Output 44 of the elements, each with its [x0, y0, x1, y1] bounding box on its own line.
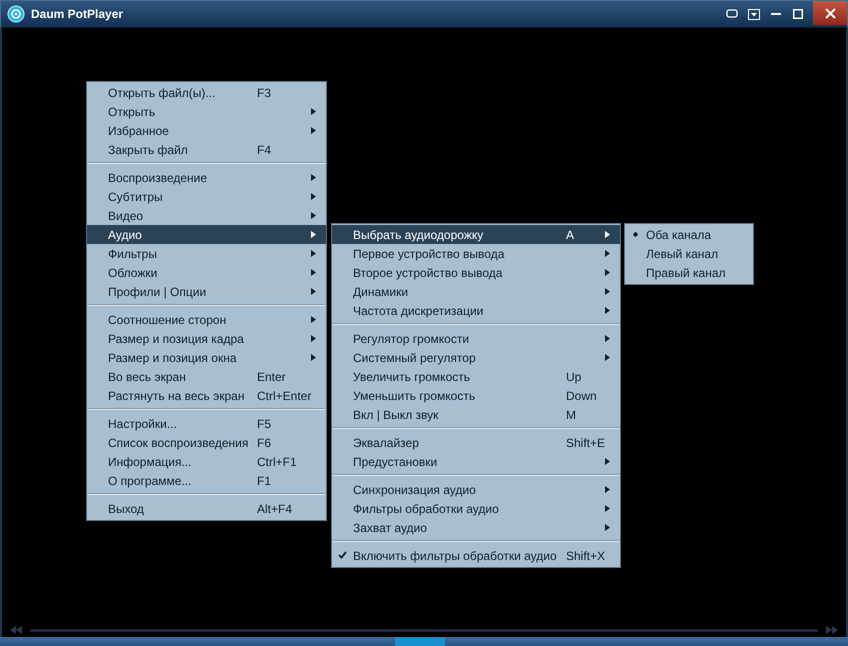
menu-item[interactable]: Фильтры обработки аудио [332, 499, 620, 518]
menu-item[interactable]: Избранное [87, 121, 326, 140]
menu-item[interactable]: Оба канала [625, 225, 753, 244]
menu-item[interactable]: Растянуть на весь экран Ctrl+Enter [87, 386, 326, 405]
menu-item[interactable]: Открыть [87, 102, 326, 121]
menu-item[interactable]: Уменьшить громкость Down [332, 386, 620, 405]
menu-item[interactable]: Первое устройство вывода [332, 244, 620, 263]
menu-item[interactable]: Открыть файл(ы)... F3 [87, 83, 326, 102]
menu-item[interactable]: Закрыть файл F4 [87, 140, 326, 159]
menu-item[interactable]: О программе... F1 [87, 471, 326, 490]
menu-item[interactable]: Размер и позиция кадра [87, 329, 326, 348]
menu-item[interactable]: Воспроизведение [87, 168, 326, 187]
close-button[interactable] [813, 1, 847, 25]
menu-item[interactable]: Аудио [87, 225, 326, 244]
menu-item[interactable]: Левый канал [625, 244, 753, 263]
menu-item[interactable]: Включить фильтры обработки аудио Shift+X [332, 546, 620, 565]
window-title: Daum PotPlayer [31, 7, 124, 21]
menu-item[interactable]: Субтитры [87, 187, 326, 206]
menu-item[interactable]: Фильтры [87, 244, 326, 263]
menu-item[interactable]: Увеличить громкость Up [332, 367, 620, 386]
menu-item[interactable]: Частота дискретизации [332, 301, 620, 320]
menu-item[interactable]: Во весь экран Enter [87, 367, 326, 386]
menu-item[interactable]: Выбрать аудиодорожку A [332, 225, 620, 244]
menu-item[interactable]: Регулятор громкости [332, 329, 620, 348]
menu-item[interactable]: Второе устройство вывода [332, 263, 620, 282]
menu-item[interactable]: Синхронизация аудио [332, 480, 620, 499]
app-logo-icon [7, 5, 25, 23]
menu-item[interactable]: Выход Alt+F4 [87, 499, 326, 518]
menu-item[interactable]: Системный регулятор [332, 348, 620, 367]
menu-item[interactable]: Захват аудио [332, 518, 620, 537]
menu-item[interactable]: Вкл | Выкл звук M [332, 405, 620, 424]
menu-item[interactable]: Правый канал [625, 263, 753, 282]
menu-item[interactable]: Видео [87, 206, 326, 225]
menu-item[interactable]: Настройки... F5 [87, 414, 326, 433]
menu-item[interactable]: Предустановки [332, 452, 620, 471]
menu-item[interactable]: Обложки [87, 263, 326, 282]
menu-item[interactable]: Соотношение сторон [87, 310, 326, 329]
menu-item[interactable]: Список воспроизведения F6 [87, 433, 326, 452]
menu-item[interactable]: Профили | Опции [87, 282, 326, 301]
menu-item[interactable]: Динамики [332, 282, 620, 301]
menu-item[interactable]: Информация... Ctrl+F1 [87, 452, 326, 471]
menu-item[interactable]: Размер и позиция окна [87, 348, 326, 367]
close-icon [824, 8, 836, 18]
menu-item[interactable]: Эквалайзер Shift+E [332, 433, 620, 452]
